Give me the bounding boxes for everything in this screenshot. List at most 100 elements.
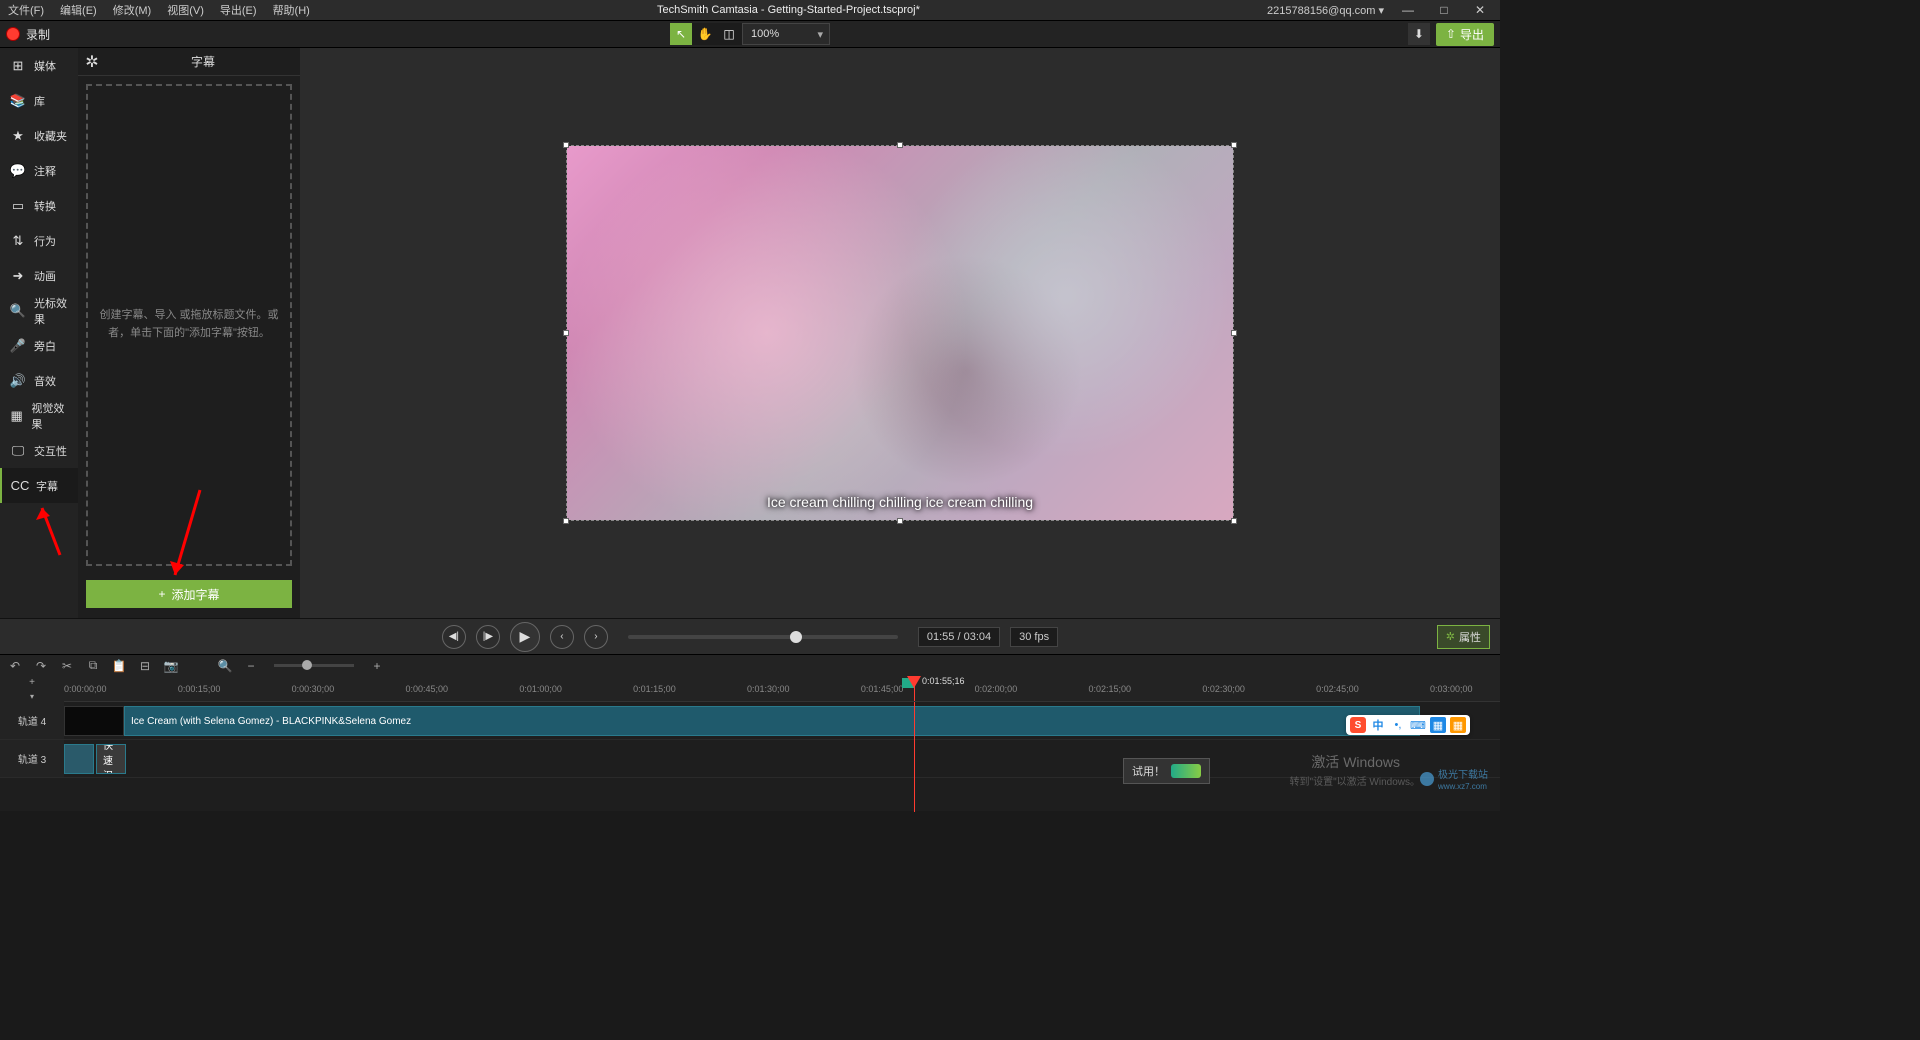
undo-button[interactable]: ↶ xyxy=(6,657,24,675)
cut-button[interactable]: ✂ xyxy=(58,657,76,675)
add-caption-label: 添加字幕 xyxy=(172,586,220,603)
sidebar-item-media[interactable]: ⊞媒体 xyxy=(0,48,78,83)
resize-handle[interactable] xyxy=(897,142,903,148)
clip-small[interactable]: 快速汉 xyxy=(96,744,126,774)
next-frame-button[interactable]: |▶ xyxy=(476,625,500,649)
tryit-popup[interactable]: 试用！ xyxy=(1123,758,1210,784)
export-button[interactable]: ⇧ 导出 xyxy=(1436,23,1494,46)
timeline-zoom-slider[interactable] xyxy=(274,664,354,667)
menu-file[interactable]: 文件(F) xyxy=(8,2,44,18)
resize-handle[interactable] xyxy=(563,518,569,524)
panel-title: 字幕 xyxy=(106,53,300,70)
resize-handle[interactable] xyxy=(1231,142,1237,148)
sidebar-item-annotations[interactable]: 💬注释 xyxy=(0,153,78,188)
media-icon: ⊞ xyxy=(10,58,26,74)
panel-settings-button[interactable]: ✲ xyxy=(78,52,106,72)
animation-icon: ➜ xyxy=(10,268,26,284)
scrubber-thumb[interactable] xyxy=(790,631,802,643)
ime-logo-icon: S xyxy=(1350,717,1366,733)
ruler-mark: 0:00:45;00 xyxy=(406,684,449,694)
sidebar-item-transitions[interactable]: ▭转换 xyxy=(0,188,78,223)
sidebar-item-audio-effects[interactable]: 🔊音效 xyxy=(0,363,78,398)
sidebar-item-interactivity[interactable]: 🖵交互性 xyxy=(0,433,78,468)
track-menu-button[interactable]: ▾ xyxy=(23,690,41,702)
ruler-mark: 0:02:45;00 xyxy=(1316,684,1359,694)
ruler-mark: 0:03:00;00 xyxy=(1430,684,1473,694)
canvas-area[interactable]: Ice cream chilling chilling ice cream ch… xyxy=(300,48,1500,618)
track-body[interactable]: Ice Cream (with Selena Gomez) - BLACKPIN… xyxy=(64,702,1500,739)
menu-view[interactable]: 视图(V) xyxy=(167,2,204,18)
playhead[interactable]: 0:01:55;16 xyxy=(914,676,915,701)
prev-frame-button[interactable]: ◀| xyxy=(442,625,466,649)
clip-small[interactable] xyxy=(64,744,94,774)
sidebar-item-favorites[interactable]: ★收藏夹 xyxy=(0,118,78,153)
sidebar-item-cursor-effects[interactable]: 🔍光标效果 xyxy=(0,293,78,328)
redo-button[interactable]: ↷ xyxy=(32,657,50,675)
sidebar-item-narration[interactable]: 🎤旁白 xyxy=(0,328,78,363)
paste-button[interactable]: 📋 xyxy=(110,657,128,675)
resize-handle[interactable] xyxy=(1231,518,1237,524)
crop-tool[interactable]: ◫ xyxy=(718,23,740,45)
ime-toolbar[interactable]: S 中 •, ⌨ ▦ ▦ xyxy=(1346,715,1470,735)
menu-export[interactable]: 导出(E) xyxy=(220,2,257,18)
pan-tool[interactable]: ✋ xyxy=(694,23,716,45)
screenshot-button[interactable]: 📷 xyxy=(162,657,180,675)
zoom-fit-button[interactable]: 🔍 xyxy=(216,657,234,675)
add-track-button[interactable]: + xyxy=(23,676,41,688)
maximize-button[interactable]: □ xyxy=(1432,3,1456,17)
track-label[interactable]: 轨道 3 xyxy=(0,740,64,777)
windows-activate-text: 激活 Windows xyxy=(1311,752,1400,772)
download-button[interactable]: ⬇ xyxy=(1408,23,1430,45)
select-tool[interactable]: ↖ xyxy=(670,23,692,45)
drop-zone-hint: 创建字幕、导入 或拖放标题文件。或者，单击下面的"添加字幕"按钮。 xyxy=(98,307,280,342)
prev-button[interactable]: ‹ xyxy=(550,625,574,649)
sidebar-item-captions[interactable]: CC字幕 xyxy=(0,468,78,503)
track-label[interactable]: 轨道 4 xyxy=(0,702,64,739)
close-button[interactable]: ✕ xyxy=(1468,3,1492,17)
scrubber[interactable] xyxy=(628,635,898,639)
ime-punct-button[interactable]: •, xyxy=(1390,717,1406,733)
video-selection[interactable]: Ice cream chilling chilling ice cream ch… xyxy=(566,145,1234,521)
properties-button[interactable]: ✲属性 xyxy=(1437,625,1490,649)
zoom-in-button[interactable]: + xyxy=(368,657,386,675)
ime-tool-icon[interactable]: ▦ xyxy=(1430,717,1446,733)
account-menu[interactable]: 2215788156@qq.com ▾ xyxy=(1267,4,1384,17)
split-button[interactable]: ⊟ xyxy=(136,657,154,675)
play-button[interactable]: ▶ xyxy=(510,622,540,652)
copy-button[interactable]: ⧉ xyxy=(84,657,102,675)
main-menu: 文件(F) 编辑(E) 修改(M) 视图(V) 导出(E) 帮助(H) xyxy=(8,2,310,18)
caption-overlay: Ice cream chilling chilling ice cream ch… xyxy=(567,494,1233,510)
resize-handle[interactable] xyxy=(897,518,903,524)
menu-help[interactable]: 帮助(H) xyxy=(273,2,310,18)
timeline-ruler[interactable]: 0:01:55;16 0:00:00;000:00:15;000:00:30;0… xyxy=(64,676,1500,702)
track-body[interactable]: 快速汉 xyxy=(64,740,1500,777)
record-button[interactable]: 录制 xyxy=(6,26,50,43)
add-caption-button[interactable]: + 添加字幕 xyxy=(86,580,292,608)
menu-modify[interactable]: 修改(M) xyxy=(113,2,152,18)
next-button[interactable]: › xyxy=(584,625,608,649)
caption-drop-zone[interactable]: 创建字幕、导入 或拖放标题文件。或者，单击下面的"添加字幕"按钮。 xyxy=(86,84,292,566)
cc-icon: CC xyxy=(12,478,28,494)
clip-thumbnail[interactable] xyxy=(64,706,124,736)
resize-handle[interactable] xyxy=(563,330,569,336)
zoom-out-button[interactable]: − xyxy=(242,657,260,675)
captions-panel: ✲ 字幕 创建字幕、导入 或拖放标题文件。或者，单击下面的"添加字幕"按钮。 +… xyxy=(78,48,300,618)
resize-handle[interactable] xyxy=(563,142,569,148)
ruler-mark: 0:00:30;00 xyxy=(292,684,335,694)
sidebar-item-behaviors[interactable]: ⇅行为 xyxy=(0,223,78,258)
ruler-mark: 0:02:00;00 xyxy=(975,684,1018,694)
zoom-select[interactable]: 100% xyxy=(742,23,830,45)
ime-lang-button[interactable]: 中 xyxy=(1370,717,1386,733)
clip-main[interactable]: Ice Cream (with Selena Gomez) - BLACKPIN… xyxy=(124,706,1420,736)
plus-icon: + xyxy=(158,587,165,601)
zoom-slider-thumb[interactable] xyxy=(302,660,312,670)
gear-icon: ✲ xyxy=(1446,630,1455,643)
ime-grid-icon[interactable]: ▦ xyxy=(1450,717,1466,733)
resize-handle[interactable] xyxy=(1231,330,1237,336)
sidebar-item-library[interactable]: 📚库 xyxy=(0,83,78,118)
ime-keyboard-icon[interactable]: ⌨ xyxy=(1410,717,1426,733)
minimize-button[interactable]: — xyxy=(1396,3,1420,17)
sidebar-item-animations[interactable]: ➜动画 xyxy=(0,258,78,293)
sidebar-item-visual-effects[interactable]: ▦视觉效果 xyxy=(0,398,78,433)
menu-edit[interactable]: 编辑(E) xyxy=(60,2,97,18)
